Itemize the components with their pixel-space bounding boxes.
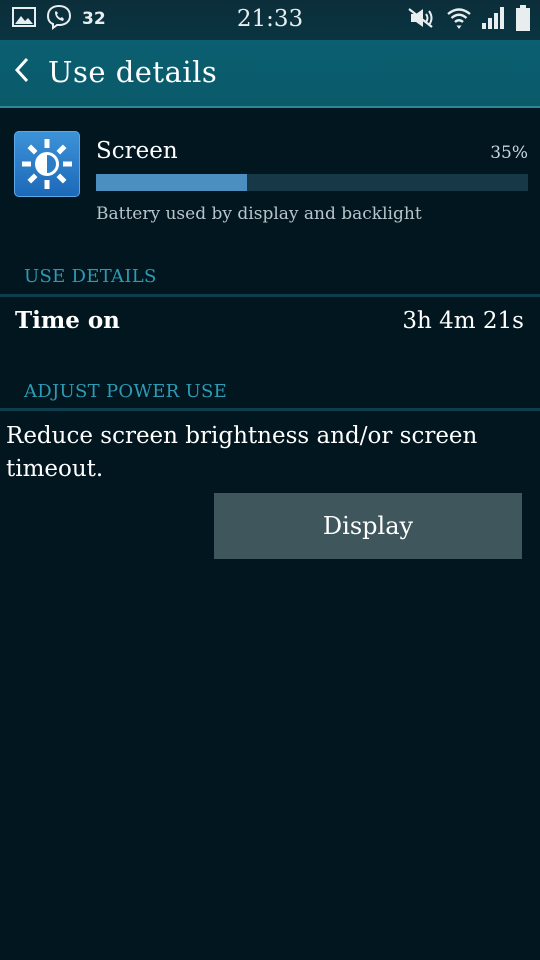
chevron-left-icon	[12, 55, 32, 89]
usage-item-description: Battery used by display and backlight	[96, 204, 422, 224]
brightness-icon	[14, 139, 80, 201]
time-on-value: 3h 4m 21s	[402, 308, 524, 334]
section-divider	[0, 294, 540, 297]
usage-progress-fill	[96, 174, 248, 191]
status-bar-system-icons	[406, 4, 532, 36]
mute-icon	[406, 6, 438, 34]
app-bar: Use details	[0, 40, 540, 108]
section-divider	[0, 408, 540, 411]
wifi-icon	[446, 5, 472, 35]
status-bar: 32 21:33	[0, 0, 540, 40]
page-title: Use details	[48, 55, 218, 89]
battery-use-details-screen: 32 21:33 Use details Screen 35% Battery …	[0, 0, 540, 960]
back-button[interactable]	[8, 54, 36, 90]
display-settings-button[interactable]: Display	[214, 493, 522, 559]
section-header-use-details: USE DETAILS	[24, 266, 157, 287]
time-on-label: Time on	[15, 307, 120, 334]
signal-icon	[480, 5, 506, 35]
usage-item-name: Screen	[96, 138, 178, 164]
section-header-adjust-power: ADJUST POWER USE	[24, 381, 228, 402]
screen-brightness-app-icon	[14, 131, 80, 197]
usage-progress-bar	[96, 174, 528, 191]
power-advice-text: Reduce screen brightness and/or screen t…	[6, 423, 478, 482]
usage-percent: 35%	[490, 143, 528, 163]
battery-icon	[514, 4, 532, 36]
